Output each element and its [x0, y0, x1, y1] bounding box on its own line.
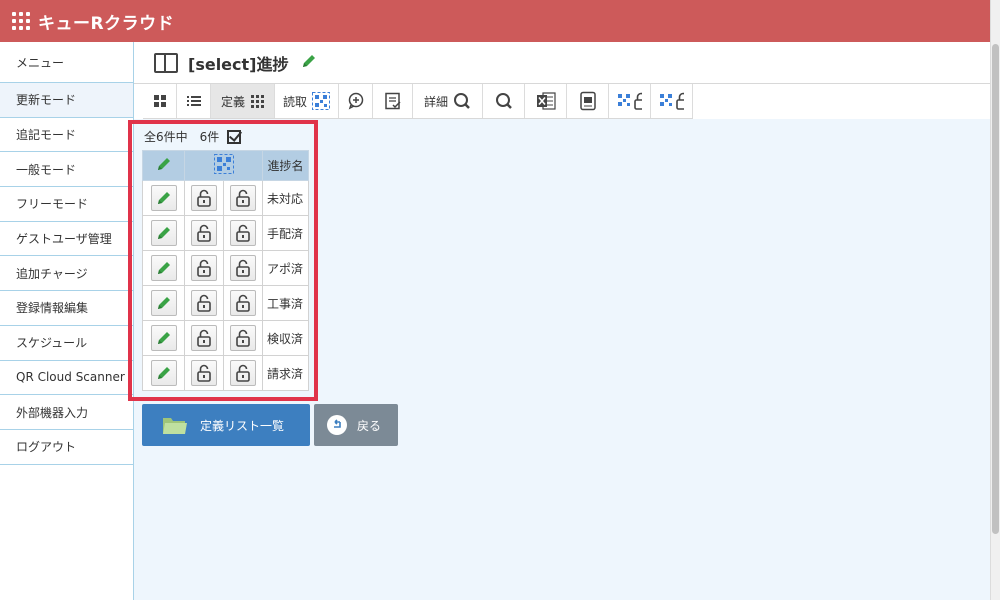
- sidebar-item-label: 追加チャージ: [16, 266, 88, 281]
- definition-list-button[interactable]: 定義リスト一覧: [142, 404, 310, 446]
- sidebar-item-edit-registration[interactable]: 登録情報編集: [0, 291, 133, 326]
- sidebar-item-label: スケジュール: [16, 336, 88, 351]
- app-grid-icon[interactable]: [12, 12, 30, 30]
- checklist-icon: [384, 92, 401, 110]
- toolbar: 定義 読取 詳細: [143, 84, 693, 119]
- sidebar-item-label: ログアウト: [16, 440, 77, 455]
- sidebar-list: メニュー更新モード追記モード一般モードフリーモードゲストユーザ管理 追加チャージ登…: [0, 42, 133, 465]
- back-button[interactable]: 戻る: [314, 404, 398, 446]
- dots-grid-icon: [251, 95, 264, 108]
- excel-export-button[interactable]: [525, 84, 567, 118]
- title-bar: [select]進捗: [134, 42, 990, 84]
- grid-view-icon: [153, 95, 166, 107]
- app-title[interactable]: キューRクラウド: [38, 9, 174, 34]
- sidebar-item-guest-user-admin[interactable]: ゲストユーザ管理: [0, 222, 133, 257]
- scrollbar-thumb[interactable]: [992, 44, 999, 534]
- sidebar-item-append-mode[interactable]: 追記モード: [0, 118, 133, 153]
- sidebar-item-update-mode[interactable]: 更新モード: [0, 83, 133, 118]
- sidebar-item-label: フリーモード: [16, 197, 89, 212]
- read-tab-label: 読取: [283, 94, 308, 109]
- add-comment-button[interactable]: [339, 84, 373, 118]
- sidebar-item-additional-charge[interactable]: 追加チャージ: [0, 256, 133, 292]
- definition-tab[interactable]: 定義: [211, 84, 275, 118]
- sidebar-item-general-mode[interactable]: 一般モード: [0, 152, 133, 188]
- sidebar-item-label: ゲストユーザ管理: [16, 232, 112, 247]
- app-header: キューRクラウド: [0, 0, 990, 42]
- read-tab[interactable]: 読取: [275, 84, 339, 118]
- detail-search-tab[interactable]: 詳細: [413, 84, 483, 118]
- sidebar-item-label: 外部機器入力: [16, 405, 89, 420]
- folder-icon: [163, 418, 187, 434]
- checklist-button[interactable]: [373, 84, 413, 118]
- sidebar-item-label: 一般モード: [16, 162, 77, 177]
- sidebar-item-external-device-input[interactable]: 外部機器入力: [0, 395, 133, 430]
- back-label: 戻る: [357, 418, 382, 433]
- excel-icon: [536, 92, 556, 110]
- add-comment-icon: [348, 92, 364, 110]
- sidebar-item-qr-cloud-scanner[interactable]: QR Cloud Scanner: [0, 361, 133, 396]
- sidebar: メニュー更新モード追記モード一般モードフリーモードゲストユーザ管理 追加チャージ登…: [0, 42, 134, 600]
- definition-tab-label: 定義: [220, 94, 245, 109]
- detail-search-label: 詳細: [423, 94, 448, 109]
- sidebar-item-label: メニュー: [16, 55, 65, 70]
- sidebar-item-schedule[interactable]: スケジュール: [0, 326, 133, 361]
- definition-list-label: 定義リスト一覧: [200, 418, 285, 433]
- qr-lock-icon: [618, 92, 642, 110]
- file-icon: [579, 91, 596, 111]
- page-scrollbar[interactable]: [990, 0, 1000, 600]
- qr-lock-icon: [660, 92, 684, 110]
- sidebar-item-label: 登録情報編集: [16, 301, 89, 316]
- sidebar-item-label: 追記モード: [16, 128, 77, 143]
- highlight-frame: [128, 120, 318, 401]
- search-button[interactable]: [483, 84, 525, 118]
- edit-title-pencil-icon[interactable]: [300, 52, 318, 73]
- grid-view-button[interactable]: [143, 84, 177, 118]
- sidebar-item-label: QR Cloud Scanner: [16, 370, 125, 385]
- search-icon: [495, 93, 512, 109]
- sidebar-item-free-mode[interactable]: フリーモード: [0, 187, 133, 222]
- book-icon: [154, 52, 178, 73]
- sidebar-item-label: 更新モード: [16, 93, 77, 108]
- qr-lock-button-1[interactable]: [609, 84, 651, 118]
- qr-lock-button-2[interactable]: [651, 84, 693, 118]
- back-arrow-icon: [327, 415, 347, 435]
- sidebar-item-menu[interactable]: メニュー: [0, 42, 133, 83]
- qr-code-icon: [312, 92, 330, 110]
- list-view-button[interactable]: [177, 84, 211, 118]
- csv-export-button[interactable]: [567, 84, 609, 118]
- list-view-icon: [186, 96, 201, 106]
- page-title: [select]進捗: [188, 54, 289, 74]
- magnifier-icon: [454, 93, 470, 109]
- sidebar-item-logout[interactable]: ログアウト: [0, 430, 133, 465]
